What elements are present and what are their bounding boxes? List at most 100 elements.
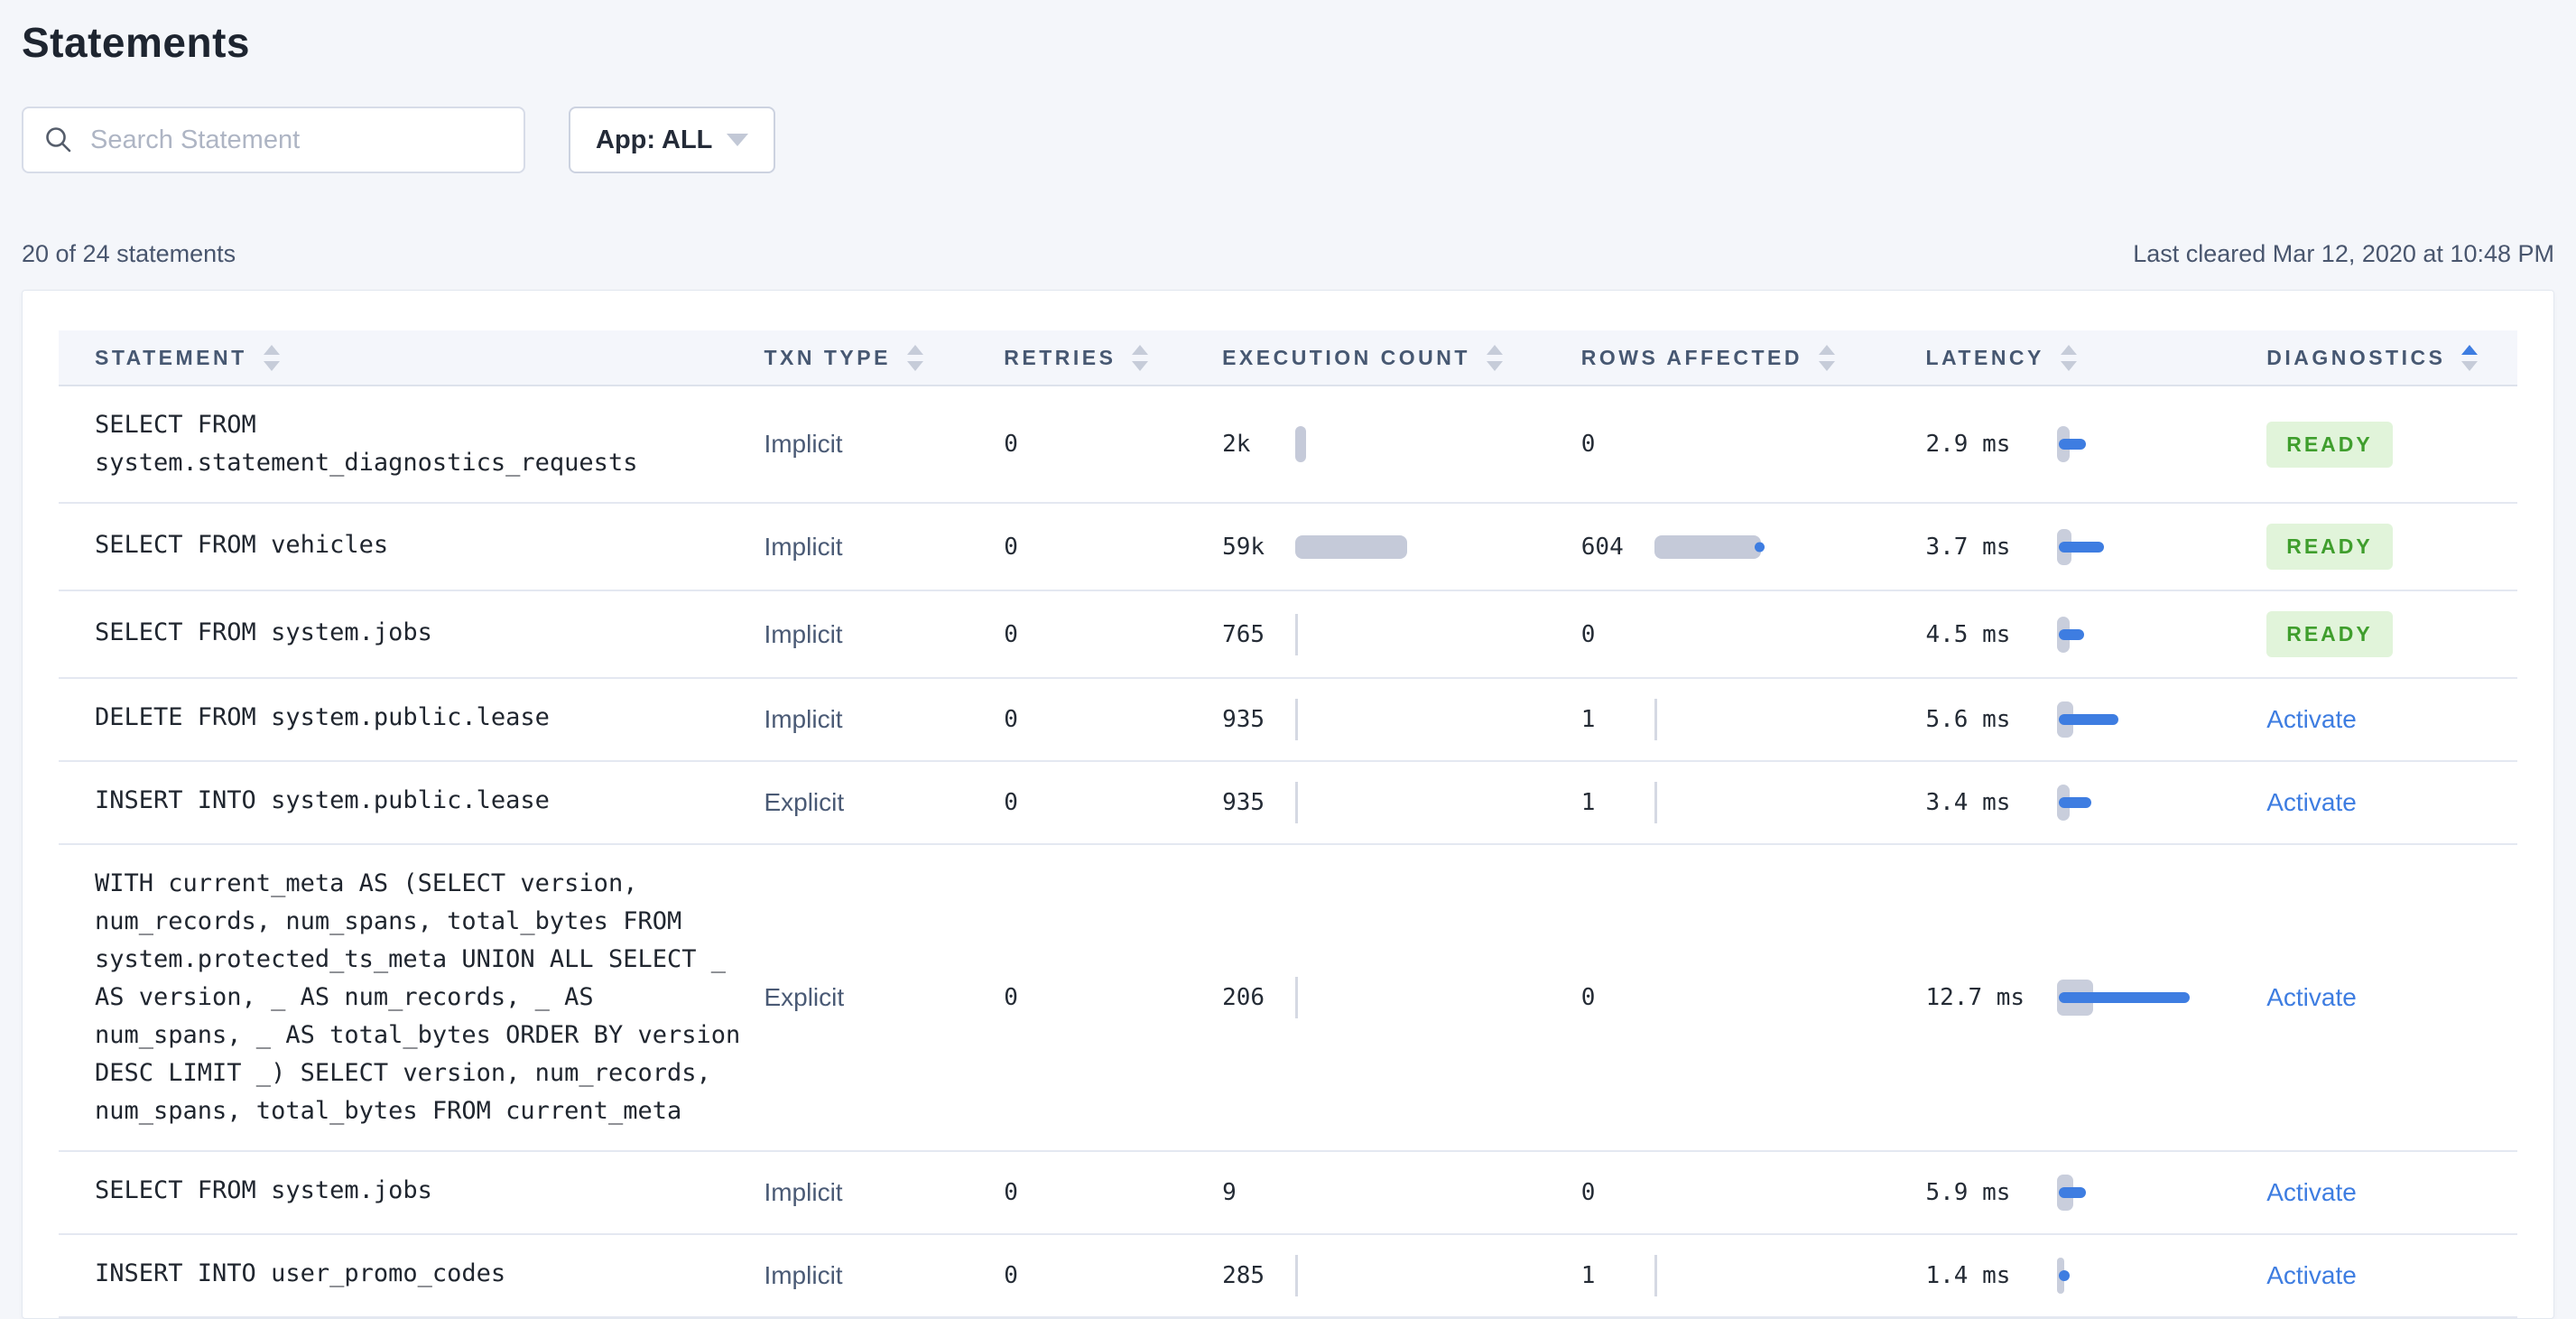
table-header-row: Statement Txn Type Retries Execution Count R…	[59, 330, 2517, 386]
column-header-latency[interactable]: Latency	[1925, 330, 2266, 385]
rows-affected-value: 1	[1580, 789, 1596, 816]
diagnostics-activate-link[interactable]: Activate	[2266, 1178, 2357, 1207]
diagnostics-activate-link[interactable]: Activate	[2266, 1261, 2357, 1290]
latency-chart	[2057, 528, 2105, 565]
sort-asc-icon	[1819, 344, 1836, 355]
diagnostics-ready-badge[interactable]: READY	[2266, 421, 2393, 468]
column-header-label: Execution Count	[1222, 345, 1470, 369]
rows-affected-cell: 1	[1581, 699, 1926, 740]
sort-asc-icon	[263, 344, 280, 355]
execution-count-value: 2k	[1222, 431, 1251, 458]
txn-type-cell: Explicit	[764, 977, 1004, 1018]
diagnostics-activate-link[interactable]: Activate	[2266, 788, 2357, 817]
column-header-statement[interactable]: Statement	[59, 330, 764, 385]
txn-type-value: Explicit	[764, 788, 845, 816]
latency-cell: 2.9 ms	[1925, 423, 2266, 465]
rows-affected-bar	[1654, 699, 1657, 740]
statement-cell[interactable]: DELETE FROM system.public.lease	[59, 699, 764, 740]
latency-bar	[2057, 426, 2087, 462]
statement-cell[interactable]: SELECT FROM system.statement_diagnostics_…	[59, 406, 764, 482]
execution-count-chart	[1295, 1255, 1299, 1296]
table-row: SELECT FROM system.statement_diagnostics_…	[59, 386, 2517, 504]
latency-cell: 5.6 ms	[1925, 699, 2266, 740]
sort-desc-icon	[1132, 360, 1149, 371]
execution-count-cell: 9	[1222, 1172, 1581, 1213]
diagnostics-activate-link[interactable]: Activate	[2266, 983, 2357, 1012]
latency-value: 1.4 ms	[1925, 1262, 2011, 1289]
statement-cell[interactable]: SELECT FROM vehicles	[59, 526, 764, 568]
txn-type-value: Implicit	[764, 705, 843, 733]
sort-arrows[interactable]	[2461, 344, 2479, 371]
execution-count-value: 59k	[1222, 533, 1265, 561]
txn-type-cell: Implicit	[764, 699, 1004, 740]
diagnostics-cell: Activate	[2266, 1172, 2517, 1213]
column-header-retries[interactable]: Retries	[1004, 330, 1222, 385]
statement-text: system.protected_ts_meta UNION ALL SELEC…	[95, 945, 726, 973]
rows-affected-cell: 0	[1581, 977, 1926, 1018]
execution-count-chart	[1295, 977, 1299, 1018]
search-box[interactable]	[22, 107, 525, 173]
statement-text: SELECT FROM	[95, 411, 256, 439]
statement-text: system.statement_diagnostics_requests	[95, 449, 638, 477]
statement-cell[interactable]: SELECT FROM system.jobs	[59, 614, 764, 655]
execution-count-cell: 2k	[1222, 423, 1581, 465]
column-header-label: Statement	[95, 345, 247, 369]
sort-desc-icon	[2461, 360, 2479, 371]
latency-chart	[2057, 785, 2092, 821]
statement-cell[interactable]: INSERT INTO system.public.lease	[59, 782, 764, 823]
sort-arrows[interactable]	[263, 344, 280, 371]
column-header-diagnostics[interactable]: Diagnostics	[2266, 330, 2517, 385]
statement-text: INSERT INTO user_promo_codes	[95, 1259, 506, 1287]
statement-text: DELETE FROM system.public.lease	[95, 703, 550, 731]
latency-chart	[2057, 616, 2085, 653]
diagnostics-ready-badge[interactable]: READY	[2266, 611, 2393, 657]
diagnostics-activate-link[interactable]: Activate	[2266, 705, 2357, 734]
sort-asc-icon	[1132, 344, 1149, 355]
chevron-down-icon	[727, 134, 749, 146]
statement-text: SELECT FROM system.jobs	[95, 1176, 432, 1204]
txn-type-cell: Explicit	[764, 782, 1004, 823]
rows-affected-cell: 1	[1581, 782, 1926, 823]
latency-value: 3.7 ms	[1925, 533, 2011, 561]
sort-arrows[interactable]	[1819, 344, 1836, 371]
latency-cell: 3.4 ms	[1925, 782, 2266, 823]
sort-desc-icon	[2060, 360, 2077, 371]
latency-value: 5.9 ms	[1925, 1179, 2011, 1206]
latency-chart	[2057, 980, 2191, 1016]
sort-arrows[interactable]	[1486, 344, 1503, 371]
controls-bar: App: ALL	[22, 107, 2554, 173]
rows-affected-value: 604	[1580, 533, 1624, 561]
table-row: DELETE FROM system.public.lease Implicit 0…	[59, 679, 2517, 762]
rows-affected-dot	[1754, 542, 1765, 552]
statement-cell[interactable]: INSERT INTO user_promo_codes	[59, 1255, 764, 1296]
execution-count-value: 285	[1222, 1262, 1265, 1289]
rows-affected-value: 1	[1580, 706, 1596, 733]
app-filter-button[interactable]: App: ALL	[569, 107, 776, 173]
latency-mean-bar	[2059, 714, 2119, 725]
column-header-rows-affected[interactable]: Rows Affected	[1581, 330, 1926, 385]
diagnostics-ready-badge[interactable]: READY	[2266, 524, 2393, 570]
latency-chart	[2057, 426, 2087, 462]
search-input[interactable]	[90, 125, 504, 155]
retries-value: 0	[1004, 984, 1018, 1011]
sort-arrows[interactable]	[906, 344, 923, 371]
sort-asc-icon	[1486, 344, 1503, 355]
column-header-txn-type[interactable]: Txn Type	[764, 330, 1004, 385]
statement-text: SELECT FROM vehicles	[95, 530, 389, 559]
meta-row: 20 of 24 statements Last cleared Mar 12,…	[22, 240, 2554, 268]
txn-type-cell: Implicit	[764, 423, 1004, 465]
retries-value: 0	[1004, 431, 1018, 458]
rows-affected-chart	[1654, 1255, 1657, 1296]
column-header-execution-count[interactable]: Execution Count	[1222, 330, 1581, 385]
latency-mean-bar	[2059, 1270, 2071, 1281]
statements-page: Statements App: ALL 20 of 24 statements …	[0, 0, 2576, 1319]
execution-count-cell: 206	[1222, 977, 1581, 1018]
column-header-label: Retries	[1004, 345, 1117, 369]
table-row: INSERT INTO user_promo_codes Implicit 0 285…	[59, 1235, 2517, 1318]
latency-cell: 1.4 ms	[1925, 1255, 2266, 1296]
statement-cell[interactable]: SELECT FROM system.jobs	[59, 1172, 764, 1213]
execution-count-cell: 935	[1222, 699, 1581, 740]
sort-arrows[interactable]	[1132, 344, 1149, 371]
statement-cell[interactable]: WITH current_meta AS (SELECT version, num…	[59, 865, 764, 1130]
sort-arrows[interactable]	[2060, 344, 2077, 371]
